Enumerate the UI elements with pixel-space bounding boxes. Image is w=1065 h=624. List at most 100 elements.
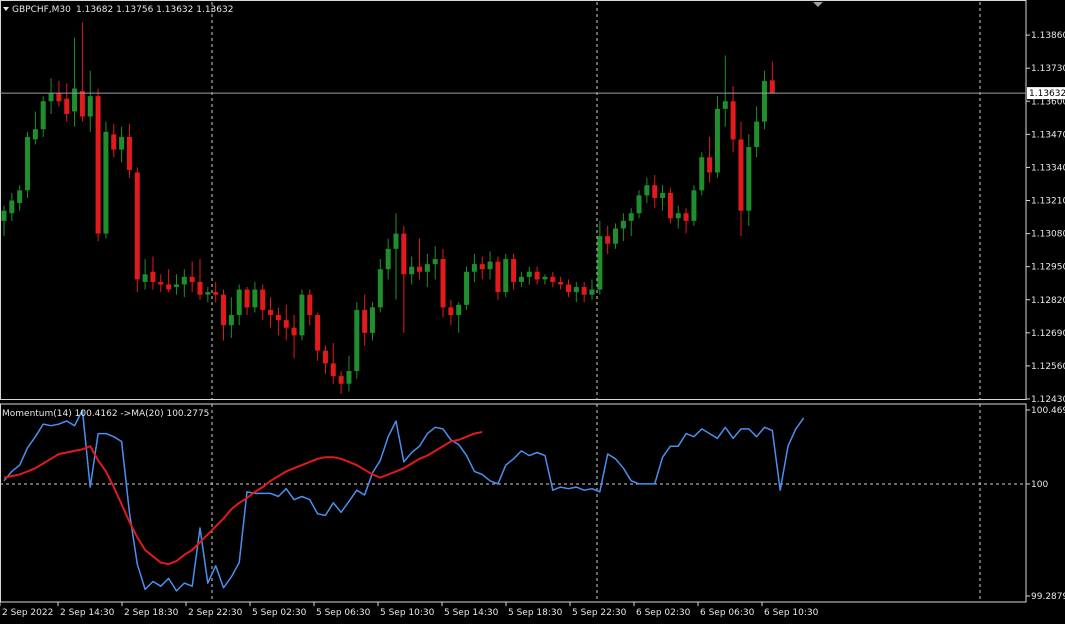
candle[interactable] (244, 287, 250, 316)
candle[interactable] (409, 256, 415, 285)
candle[interactable] (628, 208, 634, 237)
candle[interactable] (111, 124, 117, 158)
candle[interactable] (48, 78, 54, 114)
candle[interactable] (620, 213, 626, 242)
candle[interactable] (205, 287, 211, 303)
candle[interactable] (479, 256, 485, 280)
candle[interactable] (197, 259, 203, 300)
candle[interactable] (432, 246, 438, 280)
candle[interactable] (738, 121, 744, 237)
candle[interactable] (448, 299, 454, 326)
candle[interactable] (644, 177, 650, 204)
candle[interactable] (558, 276, 564, 290)
candle[interactable] (401, 225, 407, 333)
time-axis[interactable]: 2 Sep 2022 2 Sep 14:30 2 Sep 18:30 2 Sep 22… (0, 602, 819, 618)
candle[interactable] (260, 284, 266, 321)
candle[interactable] (346, 355, 352, 392)
candle[interactable] (503, 253, 509, 298)
moving-average-line[interactable] (3, 431, 483, 566)
candle[interactable] (746, 134, 752, 226)
candle[interactable] (213, 281, 219, 303)
candle[interactable] (667, 187, 673, 224)
price-axis[interactable]: 1.138601.137301.136001.134701.133401.132… (1026, 31, 1065, 405)
candle[interactable] (134, 167, 140, 293)
candle[interactable] (542, 274, 548, 285)
candle[interactable] (581, 281, 587, 303)
candle[interactable] (761, 70, 767, 130)
candle[interactable] (699, 152, 705, 196)
candle[interactable] (103, 121, 109, 239)
candle[interactable] (181, 269, 187, 298)
candle[interactable] (173, 274, 179, 295)
candle[interactable] (268, 297, 274, 328)
dropdown-triangle-icon[interactable] (3, 7, 9, 11)
candle[interactable] (64, 83, 70, 122)
candle[interactable] (1, 205, 7, 237)
candle[interactable] (283, 304, 289, 341)
chart-window[interactable]: 1.13860 1.13730 1.13600 1.13470 1.13340 1.132… (0, 0, 1065, 624)
candle[interactable] (417, 238, 423, 280)
candlestick-series[interactable] (1, 22, 775, 394)
candle[interactable] (691, 185, 697, 226)
candle[interactable] (307, 289, 313, 326)
candle[interactable] (660, 185, 666, 211)
candle[interactable] (79, 22, 85, 122)
candle[interactable] (675, 205, 681, 229)
candle[interactable] (464, 266, 470, 310)
candle[interactable] (722, 55, 728, 127)
candle[interactable] (393, 213, 399, 300)
candle[interactable] (369, 302, 375, 341)
candle[interactable] (518, 271, 524, 288)
candle[interactable] (456, 302, 462, 333)
candle[interactable] (565, 279, 571, 298)
candle[interactable] (322, 345, 328, 374)
candle[interactable] (636, 190, 642, 219)
candle[interactable] (228, 297, 234, 338)
candle[interactable] (17, 185, 23, 211)
candle[interactable] (150, 256, 156, 290)
candle[interactable] (589, 279, 595, 300)
candle[interactable] (299, 289, 305, 341)
candle[interactable] (119, 126, 125, 163)
candle[interactable] (683, 208, 689, 234)
chart-canvas[interactable]: 1.138601.137301.136001.134701.133401.132… (0, 0, 1065, 624)
candle[interactable] (291, 315, 297, 359)
candle[interactable] (613, 223, 619, 249)
candle[interactable] (597, 220, 603, 295)
indicator-axis[interactable]: 100.4699 100 99.2879 (1026, 406, 1065, 602)
indicator-series[interactable] (3, 409, 805, 592)
candle[interactable] (707, 136, 713, 183)
candle[interactable] (40, 96, 46, 137)
candle[interactable] (315, 312, 321, 361)
candle[interactable] (354, 302, 360, 379)
momentum-line[interactable] (3, 409, 805, 592)
candle[interactable] (534, 266, 540, 285)
candle[interactable] (754, 106, 760, 158)
chart-shift-marker-icon[interactable] (813, 2, 823, 7)
candle[interactable] (652, 175, 658, 209)
candle[interactable] (330, 343, 336, 384)
candle[interactable] (158, 274, 164, 293)
candle[interactable] (142, 259, 148, 290)
candle[interactable] (769, 61, 775, 94)
candle[interactable] (362, 294, 368, 346)
candle[interactable] (714, 96, 720, 178)
candle[interactable] (72, 37, 78, 127)
candle[interactable] (424, 253, 430, 288)
candle[interactable] (385, 238, 391, 280)
candle[interactable] (189, 261, 195, 293)
candle[interactable] (236, 284, 242, 326)
candle[interactable] (126, 124, 132, 178)
candle[interactable] (730, 85, 736, 153)
candle[interactable] (95, 88, 101, 242)
candle[interactable] (605, 225, 611, 254)
candle[interactable] (338, 371, 344, 394)
candle[interactable] (221, 289, 227, 341)
candle[interactable] (550, 271, 556, 288)
candle[interactable] (526, 266, 532, 285)
candle[interactable] (166, 269, 172, 293)
candle[interactable] (275, 307, 281, 336)
candle[interactable] (487, 251, 493, 280)
candle[interactable] (56, 80, 62, 107)
candle[interactable] (471, 253, 477, 282)
